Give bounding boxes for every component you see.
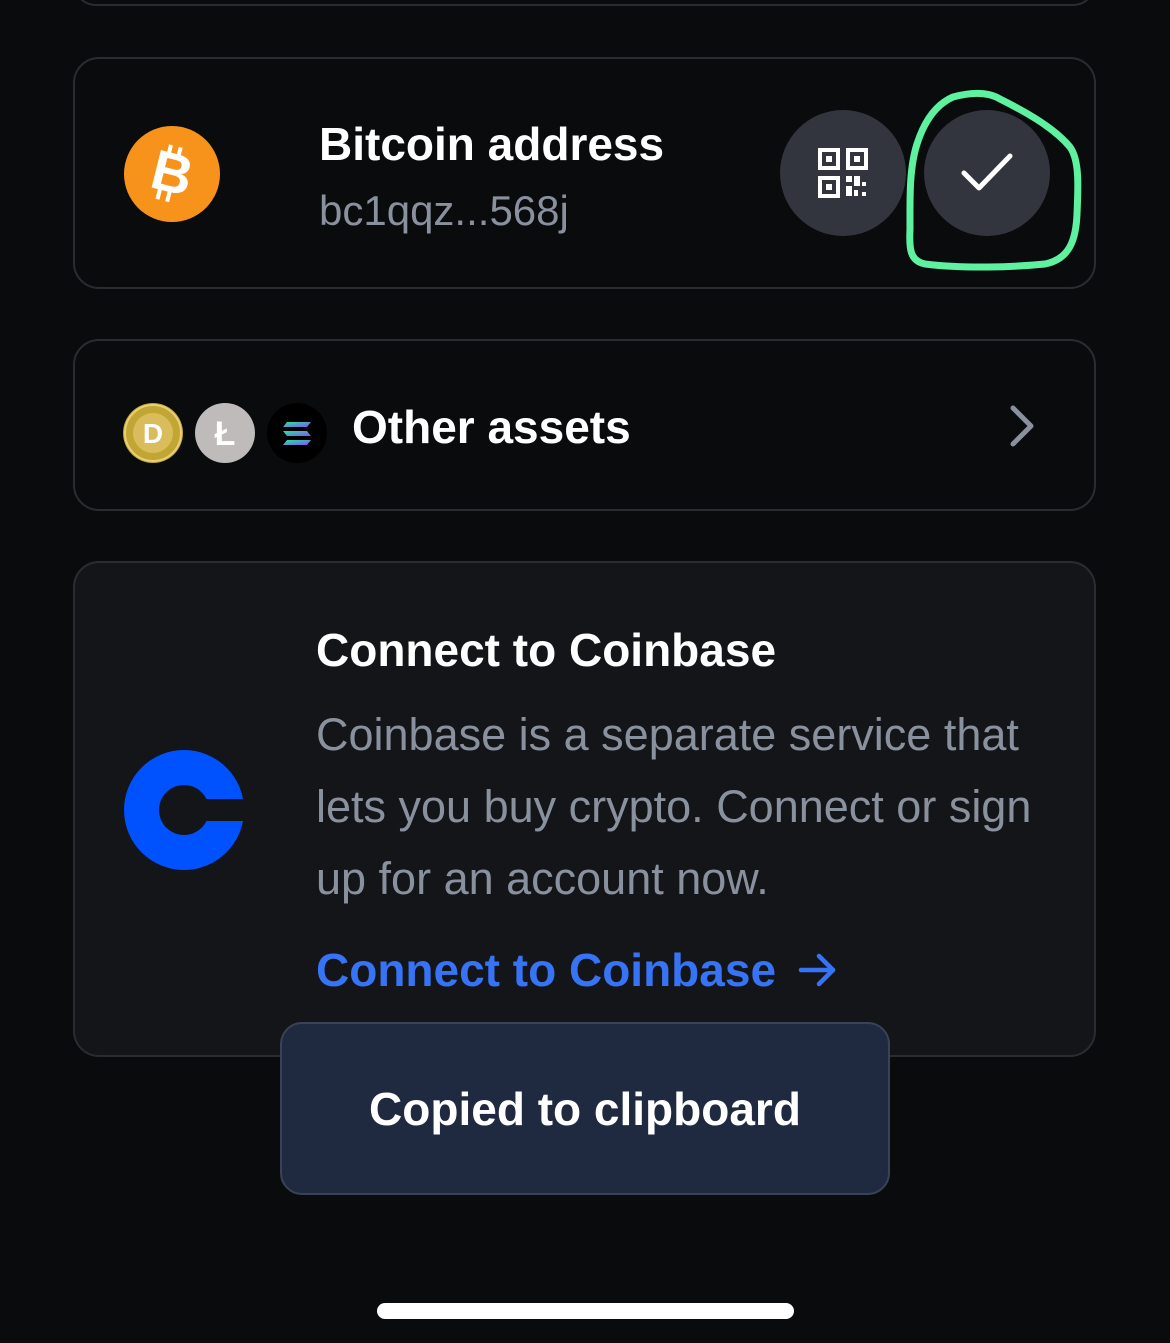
copy-address-button[interactable] bbox=[924, 110, 1050, 236]
copied-toast: Copied to clipboard bbox=[280, 1022, 890, 1195]
arrow-right-icon bbox=[798, 953, 838, 987]
bitcoin-address-value: bc1qqz...568j bbox=[319, 187, 569, 234]
coinbase-card-title: Connect to Coinbase bbox=[316, 624, 777, 676]
other-assets-card[interactable]: D Ł Other assets bbox=[73, 339, 1096, 511]
connect-coinbase-link-label: Connect to Coinbase bbox=[316, 944, 777, 996]
coinbase-icon bbox=[124, 750, 245, 870]
asset-icon-stack: D Ł bbox=[123, 401, 333, 465]
checkmark-icon bbox=[961, 153, 1013, 191]
previous-card bbox=[73, 0, 1096, 6]
bitcoin-address-card: B Bitcoin address bc1qqz...568j bbox=[73, 57, 1096, 289]
toast-message: Copied to clipboard bbox=[369, 1082, 801, 1135]
coinbase-card-description: Coinbase is a separate service that lets… bbox=[316, 709, 1032, 904]
home-indicator[interactable] bbox=[377, 1303, 794, 1319]
qr-code-icon bbox=[818, 148, 868, 198]
bitcoin-address-title: Bitcoin address bbox=[319, 118, 665, 170]
solana-icon bbox=[267, 403, 327, 463]
dogecoin-icon: D bbox=[123, 403, 183, 463]
connect-coinbase-link[interactable]: Connect to Coinbase bbox=[316, 943, 838, 997]
other-assets-title: Other assets bbox=[352, 401, 631, 453]
chevron-right-icon[interactable] bbox=[1003, 404, 1043, 448]
svg-text:Ł: Ł bbox=[215, 415, 236, 453]
coinbase-card: Connect to Coinbase Coinbase is a separa… bbox=[73, 561, 1096, 1057]
bitcoin-icon: B bbox=[124, 126, 220, 222]
qr-code-button[interactable] bbox=[780, 110, 906, 236]
litecoin-icon: Ł bbox=[195, 403, 255, 463]
svg-text:D: D bbox=[143, 418, 163, 449]
